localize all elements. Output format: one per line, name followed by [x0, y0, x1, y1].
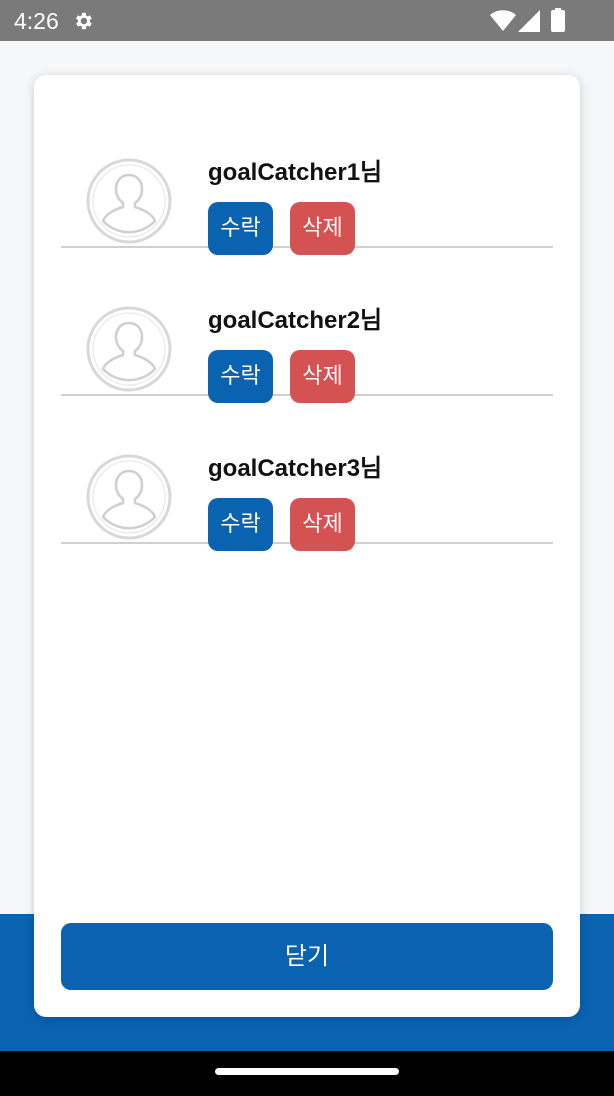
request-item: goalCatcher2님 수락 삭제 [61, 248, 553, 403]
username: goalCatcher3님 [208, 455, 383, 482]
request-item: goalCatcher1님 수락 삭제 [61, 100, 553, 255]
username: goalCatcher2님 [208, 307, 383, 334]
username: goalCatcher1님 [208, 159, 383, 186]
accept-button[interactable]: 수락 [208, 498, 273, 551]
friend-request-modal: goalCatcher1님 수락 삭제 goalCatcher2님 수락 삭제 … [34, 75, 580, 1017]
request-item: goalCatcher3님 수락 삭제 [61, 396, 553, 551]
status-bar: 4:26 [0, 0, 614, 41]
status-time: 4:26 [14, 8, 59, 34]
home-gesture-handle[interactable] [215, 1068, 399, 1075]
signal-icon [518, 10, 540, 32]
user-avatar-icon [86, 306, 172, 392]
battery-icon [551, 8, 565, 32]
gear-icon [76, 12, 92, 30]
wifi-icon [490, 10, 516, 31]
close-button[interactable]: 닫기 [61, 923, 553, 990]
user-avatar-icon [86, 158, 172, 244]
delete-button[interactable]: 삭제 [290, 498, 355, 551]
user-avatar-icon [86, 454, 172, 540]
gesture-bar [0, 1051, 614, 1096]
